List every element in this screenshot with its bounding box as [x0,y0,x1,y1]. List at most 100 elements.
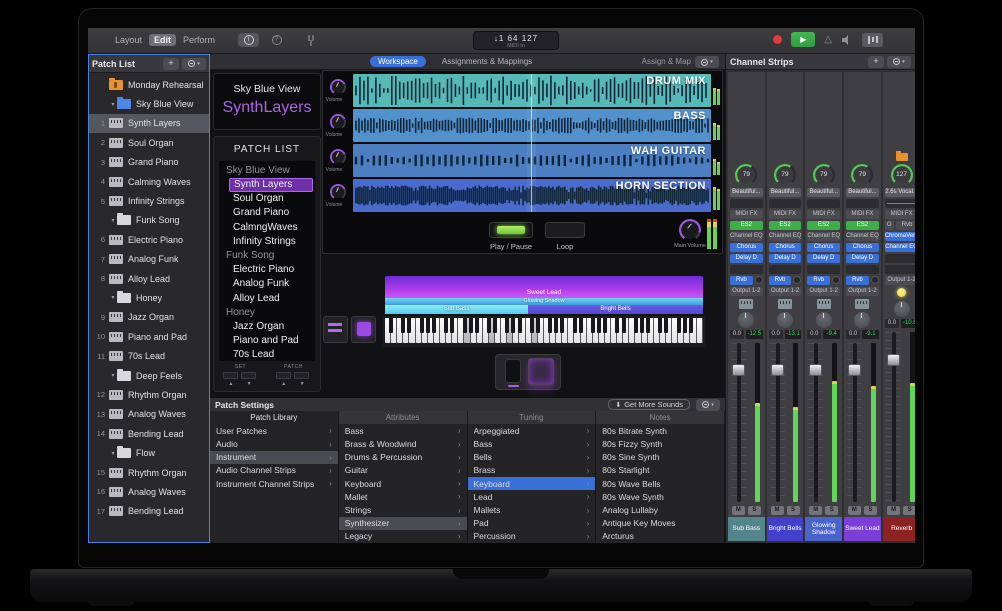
strip-patch-label[interactable]: Beautiful... [769,188,802,197]
layer-sweet-lead[interactable]: Sweet Lead [385,276,703,298]
black-key[interactable] [475,318,479,333]
sidebar-row-funk-song[interactable]: ▾Funk Song [89,211,209,230]
strip-name[interactable]: Sub Bass [728,517,765,541]
volume-value[interactable]: 0.0 [846,330,860,339]
library-tab-notes[interactable]: Notes [596,411,725,424]
library-item-legacy[interactable]: Legacy› [339,530,467,543]
library-item-arcturus[interactable]: Arcturus [596,530,724,543]
sidebar-row-infinity-strings[interactable]: 5Infinity Strings [89,191,209,210]
library-item-guitar[interactable]: Guitar› [339,464,467,477]
sidebar-row-calming-waves[interactable]: 4Calming Waves [89,172,209,191]
library-item-percussion[interactable]: Percussion› [468,530,596,543]
eq-slot[interactable]: Channel EQ [769,232,802,241]
midi-fx-slot[interactable]: MIDI FX [769,210,802,219]
master-mute-icon[interactable] [841,34,853,46]
black-key[interactable] [597,318,601,333]
black-key[interactable] [536,318,540,333]
play-button[interactable]: ▶ [791,32,815,47]
mode-edit[interactable]: Edit [149,34,176,46]
patch-selector[interactable]: PATCH ▲ ▼ [276,364,310,387]
sidebar-row-monday-rehearsal[interactable]: Monday Rehearsal [89,75,209,94]
black-key[interactable] [554,318,558,333]
sidebar-row-alloy-lead[interactable]: 8Alloy Lead [89,269,209,288]
set-selector[interactable]: SET ▲ ▼ [223,364,257,387]
sidebar-row-flow[interactable]: ▾Flow [89,443,209,462]
library-item-brass[interactable]: Brass› [468,464,596,477]
library-item-80s-bitrate-synth[interactable]: 80s Bitrate Synth [596,424,724,437]
output-slot[interactable]: Output 1-2 [807,287,840,296]
insert-slot[interactable]: Chorus [846,243,879,252]
strip-patch-label[interactable]: Beautiful... [807,188,840,197]
mute-button[interactable]: M [771,506,784,515]
patch-entry-electric-piano[interactable]: Electric Piano [219,263,315,277]
pan-knob[interactable] [816,312,832,328]
instrument-slot[interactable]: ES2 [807,221,840,230]
patch-entry-sky-blue-view[interactable]: Sky Blue View [219,164,315,178]
eq-slot[interactable]: Channel EQ [807,232,840,241]
sidebar-row-jazz-organ[interactable]: 9Jazz Organ [89,308,209,327]
library-item-bass[interactable]: Bass› [468,438,596,451]
sidebar-row-deep-feels[interactable]: ▾Deep Feels [89,366,209,385]
library-item-audio-channel-strips[interactable]: Audio Channel Strips› [210,464,338,477]
library-item-antique-key-moves[interactable]: Antique Key Moves [596,517,724,530]
midi-fx-slot[interactable]: MIDI FX [885,210,915,219]
strip-name[interactable]: Reverb [883,517,915,541]
library-item-user-patches[interactable]: User Patches› [210,424,338,437]
black-key[interactable] [511,318,515,333]
record-button[interactable] [773,35,782,44]
track-volume-knob[interactable] [330,184,346,200]
library-item-synthesizer[interactable]: Synthesizer› [339,517,467,530]
channel-strips-action-menu[interactable]: ▾ [887,56,911,68]
black-key[interactable] [579,318,583,333]
library-tab-patch-library[interactable]: Patch Library [210,411,339,424]
library-item-analog-lullaby[interactable]: Analog Lullaby [596,503,724,516]
black-key[interactable] [493,318,497,333]
eq-slot[interactable]: Channel EQ [730,232,763,241]
patch-entry-grand-piano[interactable]: Grand Piano [219,206,315,220]
library-tab-tuning[interactable]: Tuning [468,411,597,424]
black-key[interactable] [548,318,552,333]
black-key[interactable] [505,318,509,333]
strip-patch-label[interactable]: 2.6s Vocal... [885,188,915,197]
black-key[interactable] [463,318,467,333]
patch-entry-70s-lead[interactable]: 70s Lead [219,348,315,361]
volume-value[interactable]: 0.0 [769,330,783,339]
setting-button[interactable] [807,199,840,208]
instrument-slot[interactable]: ES2 [846,221,879,230]
black-key[interactable] [560,318,564,333]
library-item-80s-fizzy-synth[interactable]: 80s Fizzy Synth [596,438,724,451]
loop-button[interactable] [545,222,585,238]
mode-switcher[interactable]: LayoutEditPerform [110,34,220,46]
library-item-mallet[interactable]: Mallet› [339,490,467,503]
tab-workspace[interactable]: Workspace [370,56,426,67]
main-volume-knob[interactable] [679,219,701,241]
sidebar-row-honey[interactable]: ▾Honey [89,288,209,307]
volume-value[interactable]: 0.0 [730,330,744,339]
sidebar-row-synth-layers[interactable]: 1Synth Layers [89,114,209,133]
strip-patch-label[interactable]: Beautiful... [730,188,763,197]
instrument-slot[interactable]: ES2 [769,221,802,230]
black-key[interactable] [469,318,473,333]
pan-knob[interactable] [894,301,910,317]
patch-entry-soul-organ[interactable]: Soul Organ [219,192,315,206]
sustain-pedal[interactable] [528,358,554,385]
setting-button[interactable] [769,199,802,208]
sidebar-row-analog-waves[interactable]: 16Analog Waves [89,482,209,501]
black-key[interactable] [487,318,491,333]
library-item-instrument[interactable]: Instrument› [210,451,338,464]
black-key[interactable] [603,318,607,333]
midi-fx-slot[interactable]: MIDI FX [846,210,879,219]
setting-button[interactable] [730,199,763,208]
expression-knob[interactable]: 79 [851,164,873,186]
send-knob[interactable] [832,276,840,284]
onscreen-keyboard[interactable] [383,316,705,347]
track-volume-knob[interactable] [330,114,346,130]
strip-patch-label[interactable]: Beautiful... [846,188,879,197]
sidebar-row-rhythm-organ[interactable]: 15Rhythm Organ [89,463,209,482]
library-item-bells[interactable]: Bells› [468,451,596,464]
help-button[interactable]: ? [266,33,287,47]
black-key[interactable] [426,318,430,333]
library-item-strings[interactable]: Strings› [339,503,467,516]
fader-handle[interactable] [732,364,745,376]
black-key[interactable] [683,318,687,333]
